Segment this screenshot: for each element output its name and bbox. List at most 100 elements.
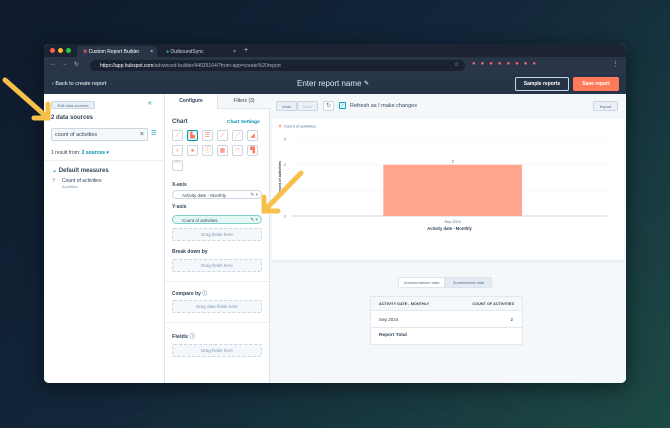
y-axis-title: Count of activities xyxy=(278,161,282,194)
chart-type-area-icon[interactable]: ◢ xyxy=(247,130,258,141)
filter-settings-icon[interactable]: ☰ xyxy=(151,130,156,137)
chevron-down-icon: ⌄ xyxy=(52,168,58,174)
forward-arrow-icon[interactable]: → xyxy=(62,61,68,67)
browser-tab-bar: ✻ Custom Report Builder × ● OutboundSync ×… xyxy=(44,44,626,57)
chart-type-pie-icon[interactable]: ● xyxy=(187,145,198,156)
y-tick-label: 2 xyxy=(284,163,286,167)
new-tab-button[interactable]: + xyxy=(244,47,248,54)
tab-outboundsync[interactable]: ● OutboundSync × xyxy=(160,46,240,57)
chart-type-gauge-icon[interactable]: ◠ xyxy=(232,145,243,156)
back-to-create-report-link[interactable]: ‹ Back to create report xyxy=(52,81,106,87)
report-total-label: Report Total xyxy=(379,333,407,338)
redo-button[interactable]: Redo xyxy=(297,101,318,111)
compare-by-text: Compare by xyxy=(172,291,201,297)
data-sources-panel: Edit data sources « 2 data sources count… xyxy=(44,94,165,383)
default-measures-group[interactable]: ⌄ Default measures xyxy=(52,167,109,174)
bar-data-label: 2 xyxy=(452,160,454,164)
refresh-checkbox[interactable]: ✓ xyxy=(339,102,346,109)
x-field-label: Activity date - Monthly xyxy=(182,193,227,198)
chart-type-line-icon[interactable]: ⟋ xyxy=(217,130,228,141)
unsummarized-data-toggle[interactable]: Unsummarized data xyxy=(398,277,445,288)
chart-settings-link[interactable]: Chart Settings xyxy=(227,120,260,125)
break-down-drop-zone[interactable]: Drag fields here xyxy=(172,259,262,272)
fields-drop-zone[interactable]: Drag fields here xyxy=(172,344,262,357)
url-host: https://app.hubspot.com xyxy=(100,63,154,69)
search-input[interactable]: count of activities × xyxy=(51,128,148,141)
measure-source: Activities xyxy=(62,184,78,189)
drag-handle-icon: ⠿ xyxy=(52,178,56,184)
y-tick-label: 1 xyxy=(284,189,286,193)
save-report-button[interactable]: Save report xyxy=(573,77,619,91)
back-label: Back to create report xyxy=(55,81,107,87)
fields-label: Fields ⓘ xyxy=(172,332,195,340)
edit-remove-icons[interactable]: ✎ × xyxy=(250,217,258,223)
tab-filters[interactable]: Filters (3) xyxy=(217,94,270,109)
y-axis-drop-zone[interactable]: Drag fields here xyxy=(172,228,262,241)
collapse-panel-icon[interactable]: « xyxy=(148,100,152,107)
search-value: count of activities xyxy=(55,132,98,138)
row-date: Sep 2024 xyxy=(379,317,399,322)
bar xyxy=(383,164,522,216)
chart-type-scatter-icon[interactable]: ⟋ xyxy=(172,130,183,141)
bookmark-star-icon[interactable]: ☆ xyxy=(454,61,459,68)
back-arrow-icon[interactable]: ← xyxy=(50,61,56,67)
sample-reports-button[interactable]: Sample reports xyxy=(515,77,569,91)
export-button[interactable]: Export xyxy=(593,101,618,111)
extension-icons[interactable]: ●●●●●●●● xyxy=(472,61,541,67)
chart-type-bar-icon[interactable]: ☰ xyxy=(202,130,213,141)
browser-menu-icon[interactable]: ⋮ xyxy=(612,60,619,68)
minimize-window-button[interactable] xyxy=(58,48,63,53)
pencil-icon[interactable]: ✎ xyxy=(364,80,369,87)
chart-type-arc-icon[interactable]: ⌒ xyxy=(172,160,183,171)
edit-data-sources-button[interactable]: Edit data sources xyxy=(51,101,95,109)
y-tick-label: 0 xyxy=(284,215,286,219)
edit-remove-icons[interactable]: ✎ × xyxy=(250,192,258,198)
configure-panel: Configure Filters (3) Chart Chart Settin… xyxy=(165,94,270,383)
legend-label: Count of activities xyxy=(284,124,316,129)
result-count: 1 result from: xyxy=(51,150,81,156)
tab-configure[interactable]: Configure xyxy=(165,94,217,109)
refresh-label: Refresh as I make changes xyxy=(350,103,417,109)
table-row: Sep 2024 2 xyxy=(371,311,522,328)
tab-custom-report-builder[interactable]: ✻ Custom Report Builder × xyxy=(77,46,157,57)
column-header-activity-date[interactable]: ACTIVITY DATE - MONTHLY xyxy=(379,302,429,306)
summarized-data-toggle[interactable]: Summarized data xyxy=(445,277,492,288)
x-axis-field-pill[interactable]: Activity date - Monthly ✎ × xyxy=(172,190,262,199)
fields-text: Fields xyxy=(172,334,188,340)
chart-type-area-line-icon[interactable]: ⋰ xyxy=(232,130,243,141)
reload-icon[interactable]: ↻ xyxy=(74,61,79,68)
chart-type-kpi-icon[interactable]: ⓘ xyxy=(202,145,213,156)
chart-type-pivot-icon[interactable]: ▜ xyxy=(247,145,258,156)
refresh-icon[interactable]: ↻ xyxy=(323,101,334,111)
chart-type-table-icon[interactable]: ▦ xyxy=(217,145,228,156)
clear-search-icon[interactable]: × xyxy=(140,131,144,138)
column-header-count[interactable]: COUNT OF ACTIVITIES xyxy=(472,302,514,306)
result-text: 1 result from: 2 sources ▾ xyxy=(51,150,109,156)
address-bar-row: ← → ↻ https://app.hubspot.com/advanced-b… xyxy=(44,57,626,74)
break-down-by-label: Break down by xyxy=(172,249,208,255)
close-window-button[interactable] xyxy=(50,48,55,53)
report-name-input[interactable]: Enter report name xyxy=(297,79,361,88)
chart-type-donut-icon[interactable]: ○ xyxy=(172,145,183,156)
info-icon[interactable]: ⓘ xyxy=(202,291,207,297)
undo-button[interactable]: Undo xyxy=(276,101,297,111)
chart-type-column-icon[interactable]: ▙ xyxy=(187,130,198,141)
browser-window: ✻ Custom Report Builder × ● OutboundSync ×… xyxy=(44,44,626,383)
report-header: ‹ Back to create report Enter report nam… xyxy=(44,74,626,94)
sources-link[interactable]: 2 sources xyxy=(82,150,105,156)
url-input[interactable]: https://app.hubspot.com/advanced-builder… xyxy=(90,60,465,71)
data-table: ACTIVITY DATE - MONTHLY COUNT OF ACTIVIT… xyxy=(370,296,523,345)
y-axis-label: Y-axis xyxy=(172,204,187,210)
y-tick-label: 3 xyxy=(284,138,286,142)
legend-marker xyxy=(278,124,282,128)
tab-label: OutboundSync xyxy=(170,49,204,55)
sources-title: 2 data sources xyxy=(51,115,94,121)
maximize-window-button[interactable] xyxy=(66,48,71,53)
compare-by-label: Compare by ⓘ xyxy=(172,290,207,297)
row-count[interactable]: 2 xyxy=(510,317,513,322)
y-axis-field-pill[interactable]: Count of activities ✎ × xyxy=(172,215,262,224)
info-icon[interactable]: ⓘ xyxy=(189,334,195,340)
compare-by-drop-zone[interactable]: Drag date fields here xyxy=(172,300,262,313)
tab-label: Custom Report Builder xyxy=(88,49,140,55)
measure-item-count-of-activities[interactable]: ⠿ Count of activities Activities xyxy=(52,178,101,189)
